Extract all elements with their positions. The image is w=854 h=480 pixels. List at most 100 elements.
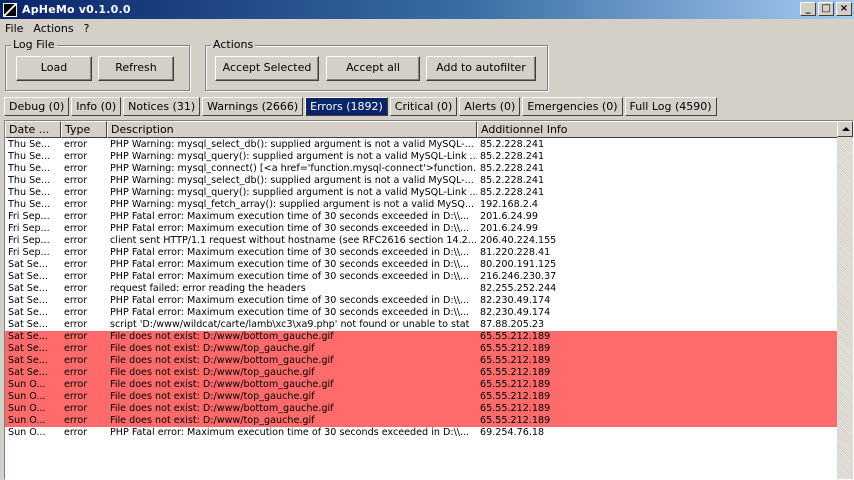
maximize-button[interactable]: □ [818,2,834,16]
table-row[interactable]: Sat Se... error File does not exist: D:/ww… [5,343,839,355]
cell-description: PHP Fatal error: Maximum execution time … [110,271,470,282]
tab-info[interactable]: Info (0) [71,97,122,116]
menu-help[interactable]: ? [79,22,95,35]
add-to-autofilter-button[interactable]: Add to autofilter [426,56,536,81]
minimize-button[interactable]: _ [800,2,816,16]
table-row[interactable]: Sun O... error PHP Fatal error: Maximum ex… [5,427,839,439]
cell-date: Thu Se... [8,139,51,150]
cell-type: error [64,259,88,270]
table-row[interactable]: Sat Se... error script 'D:/www/wildcat/car… [5,319,839,331]
load-button[interactable]: Load [16,56,92,81]
cell-date: Sat Se... [8,307,48,318]
tab-full-log[interactable]: Full Log (4590) [624,97,717,116]
cell-description: request failed: error reading the header… [110,283,306,294]
log-list[interactable]: Date ... Type Description Additionnel In… [4,120,854,480]
cell-description: File does not exist: D:/www/top_gauche.g… [110,367,315,378]
table-row[interactable]: Thu Se... error PHP Warning: mysql_fetch_a… [5,199,839,211]
table-row[interactable]: Sat Se... error PHP Fatal error: Maximum e… [5,259,839,271]
window-title: ApHeMo v0.1.0.0 [22,3,131,16]
cell-description: client sent HTTP/1.1 request without hos… [110,235,477,246]
table-row[interactable]: Fri Sep... error PHP Fatal error: Maximum … [5,247,839,259]
cell-description: PHP Warning: mysql_query(): supplied arg… [110,151,477,162]
cell-date: Fri Sep... [8,235,50,246]
table-row[interactable]: Sun O... error File does not exist: D:/www… [5,415,839,427]
tab-critical[interactable]: Critical (0) [389,97,458,116]
table-row[interactable]: Sat Se... error File does not exist: D:/ww… [5,367,839,379]
cell-description: PHP Warning: mysql_connect() [<a href='f… [110,163,477,174]
cell-date: Thu Se... [8,175,51,186]
vertical-scrollbar[interactable] [837,121,853,479]
cell-additional-info: 85.2.228.241 [480,187,545,198]
cell-date: Sun O... [8,415,46,426]
table-row[interactable]: Sat Se... error PHP Fatal error: Maximum e… [5,307,839,319]
cell-additional-info: 65.55.212.189 [480,367,551,378]
cell-description: PHP Fatal error: Maximum execution time … [110,247,470,258]
table-row[interactable]: Sat Se... error File does not exist: D:/ww… [5,355,839,367]
cell-additional-info: 69.254.76.18 [480,427,545,438]
refresh-button[interactable]: Refresh [98,56,174,81]
menu-file[interactable]: File [0,22,28,35]
cell-description: File does not exist: D:/www/top_gauche.g… [110,391,315,402]
column-header-description[interactable]: Description [107,121,477,138]
scroll-up-arrow-icon[interactable] [837,121,853,137]
accept-all-button[interactable]: Accept all [326,56,420,81]
table-row[interactable]: Sat Se... error request failed: error read… [5,283,839,295]
cell-description: script 'D:/www/wildcat/carte/lamb\xc3\xa… [110,319,470,330]
table-row[interactable]: Fri Sep... error PHP Fatal error: Maximum … [5,223,839,235]
cell-type: error [64,271,88,282]
table-row[interactable]: Sat Se... error PHP Fatal error: Maximum e… [5,295,839,307]
cell-date: Sat Se... [8,367,48,378]
table-row[interactable]: Fri Sep... error PHP Fatal error: Maximum … [5,211,839,223]
column-header-date[interactable]: Date ... [5,121,61,138]
tab-errors[interactable]: Errors (1892) [305,97,388,116]
cell-additional-info: 65.55.212.189 [480,379,551,390]
cell-additional-info: 82.230.49.174 [480,307,551,318]
menu-actions[interactable]: Actions [28,22,78,35]
tab-warnings[interactable]: Warnings (2666) [202,97,304,116]
cell-additional-info: 65.55.212.189 [480,391,551,402]
log-file-group: Log File Load Refresh [5,38,190,91]
table-row[interactable]: Sun O... error File does not exist: D:/www… [5,403,839,415]
tab-emergencies[interactable]: Emergencies (0) [522,97,623,116]
table-row[interactable]: Thu Se... error PHP Warning: mysql_query()… [5,187,839,199]
cell-additional-info: 85.2.228.241 [480,139,545,150]
cell-type: error [64,223,88,234]
tab-debug[interactable]: Debug (0) [4,97,70,116]
table-row[interactable]: Thu Se... error PHP Warning: mysql_select_… [5,139,839,151]
tab-alerts[interactable]: Alerts (0) [459,97,521,116]
table-row[interactable]: Fri Sep... error client sent HTTP/1.1 requ… [5,235,839,247]
cell-type: error [64,151,88,162]
table-row[interactable]: Sun O... error File does not exist: D:/www… [5,379,839,391]
cell-type: error [64,403,88,414]
cell-date: Thu Se... [8,151,51,162]
cell-type: error [64,199,88,210]
cell-additional-info: 216.246.230.37 [480,271,557,282]
cell-type: error [64,427,88,438]
accept-selected-button[interactable]: Accept Selected [215,56,319,81]
table-row[interactable]: Thu Se... error PHP Warning: mysql_query()… [5,151,839,163]
tab-notices[interactable]: Notices (31) [123,97,201,116]
actions-group-label: Actions [211,38,256,51]
log-level-tabs: Debug (0) Info (0) Notices (31) Warnings… [4,97,719,117]
cell-type: error [64,295,88,306]
column-header-type[interactable]: Type [61,121,107,138]
cell-description: PHP Warning: mysql_select_db(): supplied… [110,139,474,150]
column-header-additional-info[interactable]: Additionnel Info [477,121,839,138]
cell-additional-info: 85.2.228.241 [480,163,545,174]
table-row[interactable]: Thu Se... error PHP Warning: mysql_select_… [5,175,839,187]
close-button[interactable]: × [836,2,852,16]
cell-date: Sun O... [8,379,46,390]
cell-additional-info: 65.55.212.189 [480,355,551,366]
table-row[interactable]: Sat Se... error File does not exist: D:/ww… [5,331,839,343]
cell-date: Fri Sep... [8,211,50,222]
cell-additional-info: 87.88.205.23 [480,319,545,330]
cell-additional-info: 80.200.191.125 [480,259,557,270]
table-row[interactable]: Sun O... error File does not exist: D:/www… [5,391,839,403]
cell-additional-info: 65.55.212.189 [480,415,551,426]
table-row[interactable]: Sat Se... error PHP Fatal error: Maximum e… [5,271,839,283]
log-file-group-label: Log File [11,38,57,51]
cell-description: PHP Warning: mysql_select_db(): supplied… [110,175,474,186]
table-row[interactable]: Thu Se... error PHP Warning: mysql_connect… [5,163,839,175]
cell-type: error [64,175,88,186]
menu-bar: File Actions ? [0,20,94,37]
